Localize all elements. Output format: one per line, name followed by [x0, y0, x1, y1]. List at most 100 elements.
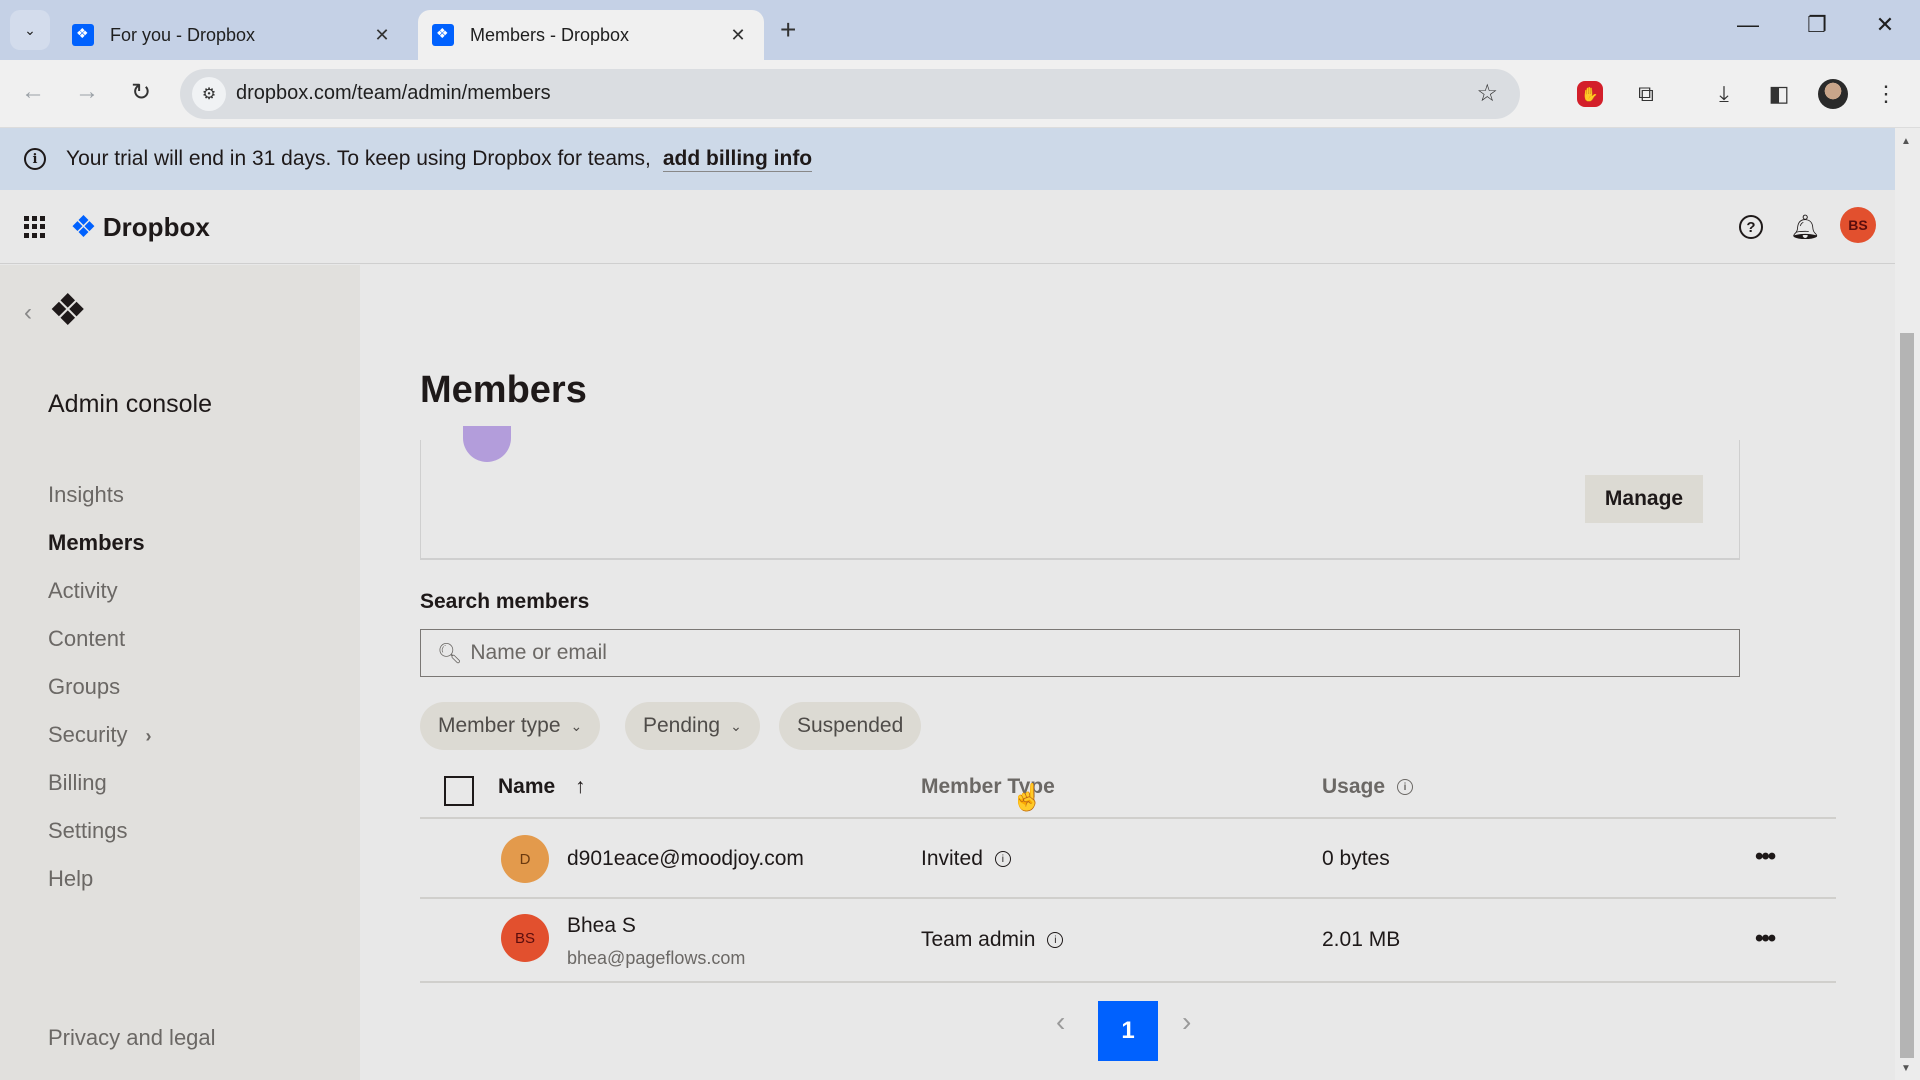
close-tab-icon[interactable]: ✕	[370, 25, 394, 46]
sidebar-item-help[interactable]: Help	[48, 866, 93, 892]
member-type-label: Team admin	[921, 928, 1036, 951]
download-icon[interactable]: ⤓	[1708, 78, 1740, 110]
hand-cursor-icon: ☝	[1011, 782, 1044, 812]
column-label: Usage	[1322, 775, 1386, 798]
suspended-filter[interactable]: Suspended	[779, 702, 922, 750]
member-name[interactable]: d901eace@moodjoy.com	[567, 847, 804, 871]
dropbox-mark-icon[interactable]: ❖	[48, 289, 87, 333]
manage-button[interactable]: Manage	[1585, 475, 1703, 523]
page-title: Members	[420, 369, 587, 411]
pending-filter[interactable]: Pending ⌄	[625, 702, 760, 750]
team-avatar	[463, 426, 511, 462]
previous-page-icon[interactable]: ‹	[1056, 1006, 1065, 1038]
more-options-icon[interactable]: •••	[1755, 925, 1776, 953]
account-menu[interactable]: BS	[1840, 207, 1876, 243]
filter-label: Pending	[643, 714, 721, 737]
minimize-icon[interactable]: —	[1728, 12, 1768, 38]
user-avatar: BS	[1840, 207, 1876, 243]
search-members-field[interactable]: 🔍︎	[420, 629, 1740, 677]
forward-icon[interactable]: →	[70, 78, 104, 106]
name-column-header[interactable]: Name ↑	[498, 775, 586, 799]
site-settings-icon[interactable]: ⚙	[192, 77, 226, 111]
sort-ascending-icon: ↑	[575, 775, 586, 798]
tab-label: Members - Dropbox	[470, 24, 630, 45]
url-text[interactable]: dropbox.com/team/admin/members	[236, 82, 551, 105]
sidebar-item-label: Security	[48, 722, 128, 747]
reload-icon[interactable]: ↻	[124, 78, 158, 107]
sidebar-item-billing[interactable]: Billing	[48, 770, 107, 796]
usage-column-header[interactable]: Usage i	[1322, 775, 1414, 799]
member-email: bhea@pageflows.com	[567, 948, 746, 968]
sidebar-title: Admin console	[48, 390, 212, 418]
bookmark-star-icon[interactable]: ☆	[1476, 79, 1498, 108]
brand-name: Dropbox	[102, 212, 210, 242]
browser-tab-active[interactable]: Members - Dropbox ✕	[418, 10, 764, 60]
adblock-extension-icon[interactable]: ✋	[1574, 78, 1606, 110]
more-options-icon[interactable]: •••	[1755, 843, 1776, 871]
sidebar-item-activity[interactable]: Activity	[48, 578, 118, 604]
avatar-initials: BS	[514, 929, 535, 947]
sidebar-item-insights[interactable]: Insights	[48, 482, 124, 508]
filter-label: Suspended	[797, 714, 904, 737]
scroll-up-icon[interactable]: ▲	[1901, 136, 1911, 147]
avatar: BS	[501, 914, 549, 962]
new-tab-button[interactable]: +	[780, 14, 796, 46]
chevron-left-icon[interactable]: ‹	[24, 299, 32, 327]
dropbox-logo[interactable]: ❖ Dropbox	[70, 210, 210, 245]
member-name[interactable]: Bhea S	[567, 914, 636, 938]
side-panel-icon[interactable]: ◧	[1763, 78, 1795, 110]
profile-avatar[interactable]	[1817, 78, 1849, 110]
search-icon: 🔍︎	[437, 642, 463, 665]
address-bar[interactable]: ⚙ dropbox.com/team/admin/members ☆	[180, 69, 1520, 119]
browser-tab-strip: ⌄ For you - Dropbox ✕ Members - Dropbox …	[0, 0, 1920, 60]
notifications-button[interactable]: 🔔︎	[1789, 211, 1821, 243]
trial-banner: i Your trial will end in 31 days. To kee…	[0, 128, 1895, 190]
page-button-current[interactable]: 1	[1098, 1001, 1158, 1061]
privacy-legal-link[interactable]: Privacy and legal	[48, 1025, 216, 1051]
add-billing-info-link[interactable]: add billing info	[662, 147, 813, 172]
scroll-down-icon[interactable]: ▼	[1901, 1063, 1911, 1074]
close-tab-icon[interactable]: ✕	[726, 25, 750, 46]
tab-search-button[interactable]: ⌄	[10, 10, 50, 50]
bell-icon: 🔔︎	[1789, 213, 1821, 241]
browser-toolbar: ← → ↻ ⚙ dropbox.com/team/admin/members ☆…	[0, 60, 1920, 168]
sidebar-item-groups[interactable]: Groups	[48, 674, 120, 700]
member-type-label: Invited	[921, 847, 983, 870]
info-icon: i	[24, 148, 46, 170]
member-type-filter[interactable]: Member type ⌄	[420, 702, 601, 750]
dropbox-favicon-icon	[432, 24, 454, 46]
browser-tab[interactable]: For you - Dropbox ✕	[58, 10, 408, 60]
restore-icon[interactable]: ❐	[1797, 12, 1837, 38]
app-grid-icon[interactable]	[24, 216, 46, 238]
page-scrollbar[interactable]: ▲ ▼	[1895, 128, 1920, 1080]
filter-label: Member type	[438, 714, 561, 737]
tab-label: For you - Dropbox	[110, 24, 256, 45]
help-button[interactable]: ?	[1735, 211, 1767, 243]
browser-menu-icon[interactable]: ⋮	[1870, 78, 1902, 110]
member-type: Invited i	[921, 847, 1011, 871]
help-icon: ?	[1739, 215, 1763, 239]
chevron-down-icon: ⌄	[24, 21, 36, 38]
back-icon[interactable]: ←	[16, 78, 50, 106]
avatar-initials: D	[519, 850, 531, 868]
search-input[interactable]	[470, 641, 1671, 665]
window-close-icon[interactable]: ✕	[1865, 12, 1905, 38]
chevron-down-icon: ⌄	[570, 717, 583, 734]
sidebar-item-content[interactable]: Content	[48, 626, 125, 652]
next-page-icon[interactable]: ›	[1182, 1006, 1191, 1038]
scroll-thumb[interactable]	[1900, 333, 1914, 1058]
trial-banner-text: Your trial will end in 31 days. To keep …	[66, 147, 651, 170]
extensions-puzzle-icon[interactable]: ⧉	[1630, 78, 1662, 110]
divider	[420, 897, 1836, 899]
select-all-checkbox[interactable]	[444, 776, 474, 806]
chevron-down-icon: ⌄	[730, 717, 742, 734]
info-icon[interactable]: i	[1397, 779, 1414, 796]
usage: 0 bytes	[1322, 847, 1390, 870]
info-icon[interactable]: i	[1047, 932, 1064, 949]
app-header: ❖ Dropbox ? 🔔︎ BS	[0, 190, 1895, 264]
sidebar-item-members[interactable]: Members	[48, 530, 145, 556]
sidebar-item-security[interactable]: Security ›	[48, 722, 151, 748]
sidebar-item-settings[interactable]: Settings	[48, 818, 128, 844]
chevron-right-icon: ›	[145, 726, 152, 746]
info-icon[interactable]: i	[994, 851, 1011, 868]
